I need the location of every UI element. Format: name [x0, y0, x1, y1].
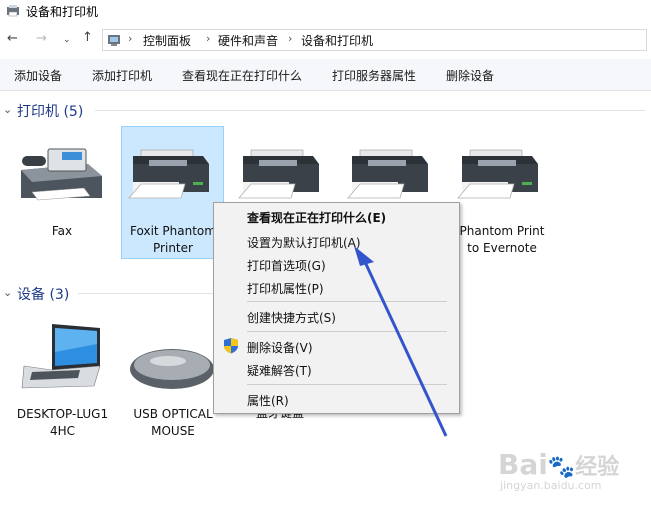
watermark-url: jingyan.baidu.com — [500, 479, 602, 492]
baidu-watermark: Bai🐾经验 jingyan.baidu.com — [498, 448, 619, 492]
annotation-arrow — [354, 246, 448, 437]
paw-icon: 🐾 — [547, 455, 576, 480]
watermark-brand: Bai — [498, 448, 548, 481]
watermark-brand-2: 经验 — [575, 455, 620, 480]
